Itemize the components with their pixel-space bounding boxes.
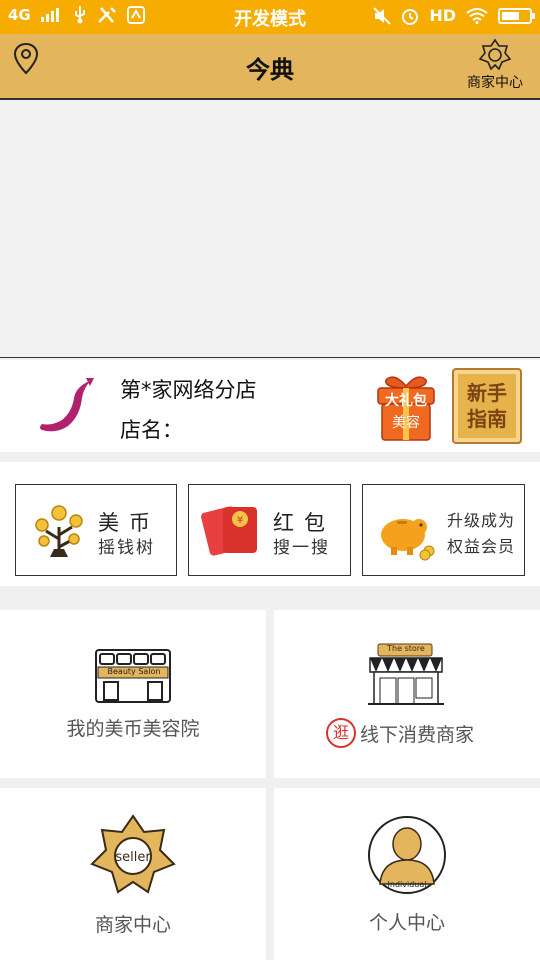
merchant-center-tile[interactable]: seller 商家中心 [0, 788, 266, 960]
merchant-center-label: 商家中心 [467, 75, 523, 91]
my-salon-tile[interactable]: Beauty Salon 我的美币美容院 [0, 610, 266, 778]
merchant-flower-icon [478, 38, 512, 70]
gift-badge-line1: 大礼包 [385, 393, 427, 409]
offline-shops-label: 线下消费商家 [360, 724, 475, 746]
guide-line1: 新手 [467, 381, 507, 405]
svg-text:¥: ¥ [237, 515, 243, 526]
status-bar: 4G 开发模式 HD [0, 0, 540, 34]
merchant-center-tile-label: 商家中心 [94, 914, 171, 936]
page-title: 今典 [246, 56, 294, 84]
salon-sign-text: Beauty Salon [107, 667, 161, 676]
money-tree-button[interactable]: 美币 摇钱树 [15, 484, 177, 576]
red-envelope-icon: ¥ [201, 506, 257, 556]
guide-line2: 指南 [467, 407, 507, 431]
brand-logo-icon [40, 378, 94, 432]
wifi-icon [466, 7, 488, 24]
hd-indicator: HD [429, 6, 456, 25]
beauty-gift-pack-button[interactable]: 大礼包 美容 [374, 372, 438, 444]
alarm-icon [402, 8, 419, 25]
red-packet-search-button[interactable]: ¥ 红包 搜一搜 [188, 484, 351, 576]
upgrade-subtitle: 权益会员 [447, 537, 516, 556]
battery-icon [498, 7, 535, 24]
beauty-salon-icon [95, 649, 171, 703]
avatar-caption: Individual [387, 880, 427, 889]
piggy-bank-icon [381, 519, 435, 561]
store-name-label: 店名： [120, 418, 183, 442]
offline-shops-tile[interactable]: The store 逛 线下消费商家 [274, 610, 540, 778]
merchant-center-button[interactable]: 商家中心 [464, 38, 526, 92]
upgrade-member-button[interactable]: 升级成为 权益会员 [362, 484, 525, 576]
stroll-badge-icon: 逛 [326, 718, 356, 748]
seller-seal-text: seller [115, 850, 151, 865]
money-tree-icon [35, 505, 83, 557]
upgrade-title: 升级成为 [447, 511, 516, 530]
feature-row: 美币 摇钱树 ¥ 红包 搜一搜 升级成为 权益会员 [0, 462, 540, 586]
shop-name: 第*家网络分店 [120, 378, 257, 402]
app-header: 今典 商家中心 [0, 34, 540, 100]
personal-center-tile[interactable]: Individual 个人中心 [274, 788, 540, 960]
gift-badge-line2: 美容 [392, 415, 420, 431]
shop-info-strip: 第*家网络分店 店名： 大礼包 美容 新手 指南 [0, 360, 540, 452]
banner-area[interactable] [0, 100, 540, 358]
mute-icon [373, 6, 392, 25]
personal-center-label: 个人中心 [368, 912, 445, 934]
store-sign-text: The store [387, 644, 425, 653]
my-salon-label: 我的美币美容院 [66, 718, 200, 740]
money-tree-subtitle: 摇钱树 [98, 538, 155, 558]
app-screen: 4G 开发模式 HD 今典 商家中心 第*家网络分店 店名： 大礼包 美容 新手… [0, 0, 540, 960]
status-right: HD [373, 6, 535, 25]
red-packet-subtitle: 搜一搜 [273, 538, 330, 558]
beginner-guide-button[interactable]: 新手 指南 [452, 368, 522, 444]
